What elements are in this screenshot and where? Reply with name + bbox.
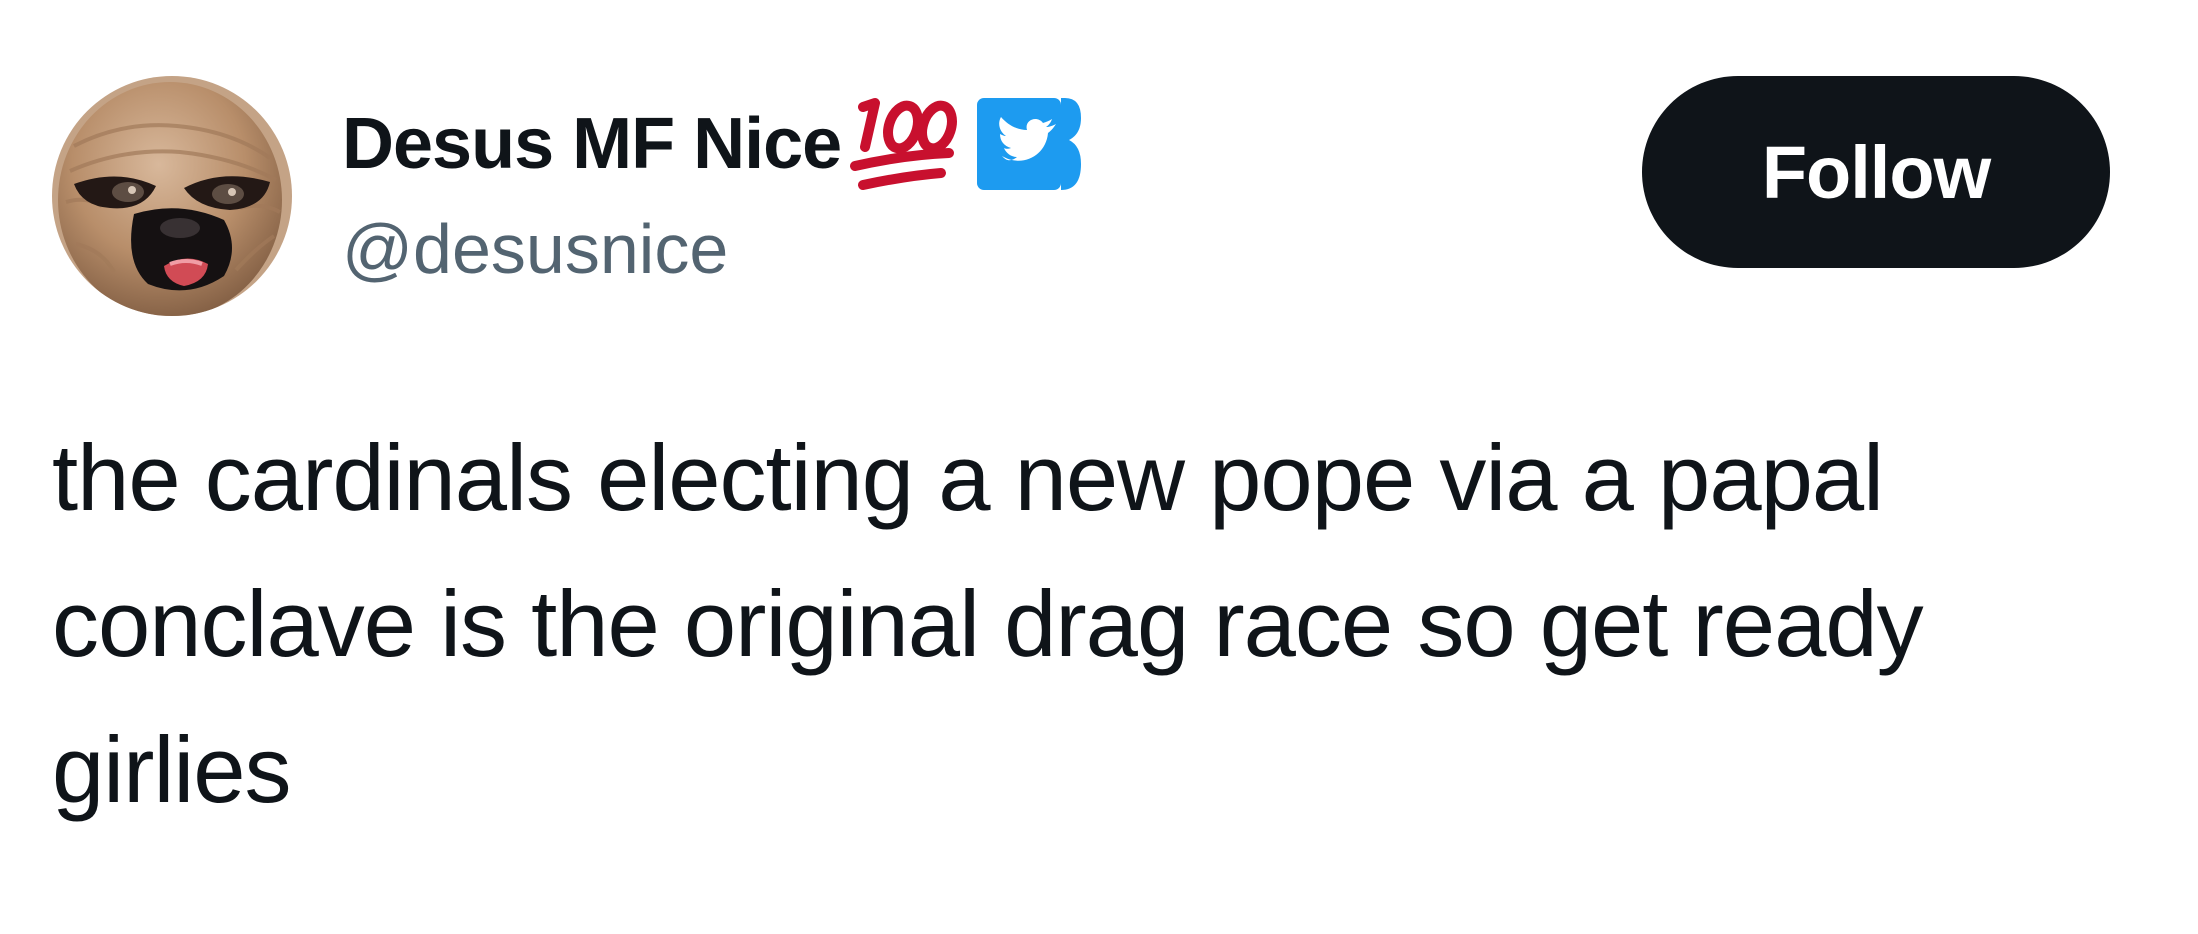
- twitter-bird-verified-icon: [977, 98, 1082, 190]
- avatar[interactable]: [52, 76, 292, 316]
- display-name-row[interactable]: Desus MF Nice: [342, 84, 1082, 204]
- hundred-points-emoji-icon: [845, 89, 959, 199]
- tweet-card: Desus MF Nice @desusnice Follow the card…: [0, 0, 2198, 934]
- tweet-text: the cardinals electing a new pope via a …: [52, 405, 2162, 843]
- tweet-text-line: girlies: [52, 717, 292, 822]
- balaclava-avatar-icon: [52, 76, 292, 316]
- tweet-text-line: the cardinals electing a new pope via a …: [52, 425, 1884, 530]
- follow-button[interactable]: Follow: [1642, 76, 2110, 268]
- tweet-text-line: conclave is the original drag race so ge…: [52, 571, 1924, 676]
- display-name[interactable]: Desus MF Nice: [342, 108, 842, 180]
- author-handle[interactable]: @desusnice: [342, 214, 728, 284]
